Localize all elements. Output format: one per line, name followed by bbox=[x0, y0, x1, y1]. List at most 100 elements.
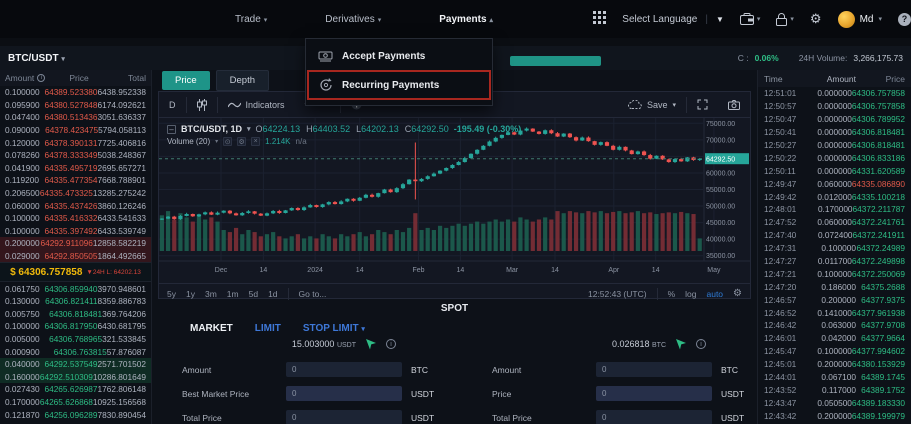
screenshot-button[interactable] bbox=[718, 100, 750, 110]
pointer-cursor-icon bbox=[365, 338, 377, 350]
sell-price-input[interactable] bbox=[596, 386, 712, 401]
orderbook-ask-row[interactable]: 0.09590064380.5278486174.092621 bbox=[0, 99, 151, 112]
price-cell: 64335.100218 bbox=[852, 192, 905, 202]
collapse-legend-icon[interactable]: – bbox=[167, 125, 176, 134]
apps-grid-icon[interactable] bbox=[593, 11, 606, 27]
nav-trade[interactable]: Trade▾ bbox=[235, 14, 267, 25]
orderbook-bid-row[interactable]: 0.10000064306.8179506430.681795 bbox=[0, 320, 151, 333]
price-cell: 64378.423475 bbox=[45, 125, 98, 135]
nav-derivatives[interactable]: Derivatives▾ bbox=[325, 14, 381, 25]
interval-button[interactable]: D bbox=[159, 92, 186, 117]
orderbook-bid-row[interactable]: 0.00500064306.768965321.533845 bbox=[0, 333, 151, 346]
buy-total-price-input[interactable] bbox=[286, 410, 402, 424]
goto-button[interactable]: Go to... bbox=[299, 289, 327, 299]
orderbook-ask-row[interactable]: 0.07826064378.3333495038.248367 bbox=[0, 149, 151, 162]
axis-settings-gear-icon[interactable]: ⚙ bbox=[733, 288, 742, 299]
orderbook-ask-row[interactable]: 0.10000064335.4163326433.541633 bbox=[0, 212, 151, 225]
orderbook-ask-row[interactable]: 0.04190064335.4957192695.657271 bbox=[0, 162, 151, 175]
orderbook-bid-row[interactable]: 0.16000064292.51030910286.801649 bbox=[0, 370, 151, 383]
volume-indicator-label[interactable]: Volume (20) bbox=[167, 137, 210, 146]
sell-amount-input[interactable] bbox=[596, 362, 712, 377]
fullscreen-button[interactable] bbox=[687, 99, 718, 110]
auto-scale-button[interactable]: auto bbox=[706, 289, 723, 299]
total-cell: 7668.788901 bbox=[98, 175, 146, 185]
orderbook-ask-row[interactable]: 0.20650064335.47332513285.275242 bbox=[0, 187, 151, 200]
tab-stop-limit[interactable]: STOP LIMIT ▾ bbox=[303, 323, 365, 334]
total-cell: 1864.492665 bbox=[98, 251, 146, 261]
price-cell: 64389.1745 bbox=[856, 372, 905, 382]
nav-payments[interactable]: Payments▴ bbox=[439, 14, 493, 25]
timeframe-1m[interactable]: 1m bbox=[227, 289, 239, 299]
help-icon[interactable]: ? bbox=[898, 13, 911, 26]
orderbook-ask-row[interactable]: 0.10000064335.3974926433.539749 bbox=[0, 225, 151, 238]
sell-total-price-input[interactable] bbox=[596, 410, 712, 424]
amount-cell: 0.027430 bbox=[5, 384, 44, 394]
candle-style-button[interactable] bbox=[187, 92, 217, 117]
gear-icon[interactable]: ⚙ bbox=[237, 137, 246, 146]
orderbook-ask-row[interactable]: 0.11920064335.4773547668.788901 bbox=[0, 174, 151, 187]
price-cell: 64306.757858 bbox=[852, 88, 905, 98]
buy-best-market-price-input[interactable] bbox=[286, 386, 402, 401]
language-selector[interactable]: Select Language|▼ bbox=[622, 14, 724, 25]
pair-selector[interactable]: BTC/USDT ▾ bbox=[8, 53, 65, 64]
orderbook-bid-row[interactable]: 0.12187064256.0962897830.890454 bbox=[0, 408, 151, 421]
timeframe-3m[interactable]: 3m bbox=[205, 289, 217, 299]
amount-cell: 0.000000 bbox=[806, 88, 852, 98]
orderbook-bid-row[interactable]: 0.04000064292.5375492571.701502 bbox=[0, 358, 151, 371]
close-icon[interactable]: × bbox=[251, 137, 260, 146]
tab-price[interactable]: Price bbox=[162, 71, 210, 90]
price-cell: 64372.241761 bbox=[852, 217, 905, 227]
info-icon[interactable]: i bbox=[386, 339, 396, 349]
trade-history-row: 12:44:010.06710064389.1745 bbox=[758, 371, 911, 384]
tab-depth[interactable]: Depth bbox=[216, 70, 269, 91]
buy-amount-input[interactable] bbox=[286, 362, 402, 377]
timeframe-1d[interactable]: 1d bbox=[268, 289, 277, 299]
menu-item-recurring-payments[interactable]: Recurring Payments bbox=[308, 71, 490, 99]
settings-gear-icon[interactable]: ⚙ bbox=[810, 11, 822, 27]
field-unit: USDT bbox=[712, 413, 746, 423]
order-book-header: Amounti Price Total bbox=[0, 70, 151, 86]
orderbook-bid-row[interactable]: 0.13000064306.8214118359.886783 bbox=[0, 295, 151, 308]
tab-limit[interactable]: LIMIT bbox=[255, 323, 281, 334]
tab-market[interactable]: MARKET bbox=[190, 323, 233, 334]
orderbook-bid-row[interactable]: 0.00090064306.76381557.876087 bbox=[0, 345, 151, 358]
orderbook-bid-row[interactable]: 0.02743064265.6269871762.806148 bbox=[0, 383, 151, 396]
orderbook-ask-row[interactable]: 0.20000064292.91109612858.582219 bbox=[0, 237, 151, 250]
menu-item-accept-payments[interactable]: Accept Payments bbox=[306, 43, 492, 69]
field-label: Best Market Price bbox=[182, 389, 286, 399]
orderbook-ask-row[interactable]: 0.12000064378.3901317725.406816 bbox=[0, 136, 151, 149]
timeframe-5y[interactable]: 5y bbox=[167, 289, 176, 299]
save-layout-button[interactable]: Save ▾ bbox=[618, 100, 686, 110]
svg-text:55000.00: 55000.00 bbox=[706, 187, 735, 194]
info-icon[interactable]: i bbox=[696, 339, 706, 349]
orderbook-ask-row[interactable]: 0.04740064380.5134363051.636337 bbox=[0, 111, 151, 124]
price-cell: 64335.416332 bbox=[44, 213, 97, 223]
sell-field-row: PriceUSDT bbox=[492, 385, 746, 402]
svg-text:2024: 2024 bbox=[307, 267, 323, 274]
chart-symbol[interactable]: BTC/USDT, 1D bbox=[181, 124, 242, 134]
chart-clock[interactable]: 12:52:43 (UTC) bbox=[588, 289, 647, 299]
eye-icon[interactable]: ⊙ bbox=[223, 137, 232, 146]
orderbook-bid-row[interactable]: 0.17000064265.62686810925.156568 bbox=[0, 396, 151, 409]
ticker-progress-bar bbox=[510, 56, 601, 66]
trade-history-row: 12:46:010.04200064377.9664 bbox=[758, 332, 911, 345]
indicators-button[interactable]: Indicators bbox=[218, 92, 295, 117]
timeframe-1y[interactable]: 1y bbox=[186, 289, 195, 299]
log-scale-button[interactable]: log bbox=[685, 289, 696, 299]
svg-text:14: 14 bbox=[260, 267, 268, 274]
user-menu[interactable]: Md▾ bbox=[838, 11, 882, 28]
orderbook-ask-row[interactable]: 0.06000064335.4374263860.126246 bbox=[0, 199, 151, 212]
info-icon[interactable]: i bbox=[37, 74, 45, 82]
percent-scale-button[interactable]: % bbox=[668, 289, 676, 299]
orderbook-ask-row[interactable]: 0.10000064389.5233806438.952338 bbox=[0, 86, 151, 99]
orderbook-bid-row[interactable]: 0.06175064306.8599403970.948601 bbox=[0, 282, 151, 295]
total-cell: 5794.058113 bbox=[98, 125, 146, 135]
wallet-menu[interactable]: ▾ bbox=[740, 13, 761, 25]
timeframe-5d[interactable]: 5d bbox=[249, 289, 258, 299]
price-cell: 64306.789952 bbox=[852, 114, 905, 124]
orderbook-ask-row[interactable]: 0.09000064378.4234755794.058113 bbox=[0, 124, 151, 137]
orderbook-bid-row[interactable]: 0.00575064306.818481369.764206 bbox=[0, 308, 151, 321]
security-menu[interactable]: ▾ bbox=[776, 13, 794, 26]
total-cell: 321.533845 bbox=[102, 334, 146, 344]
orderbook-ask-row[interactable]: 0.02900064292.8505051864.492665 bbox=[0, 250, 151, 263]
